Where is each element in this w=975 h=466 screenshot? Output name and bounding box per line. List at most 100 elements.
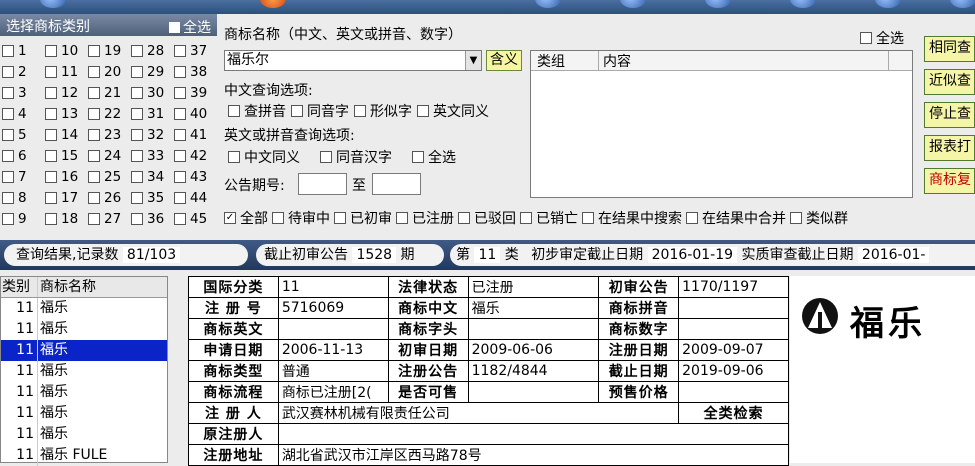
trademark-list[interactable]: 类别 商标名称 11 福乐 11 福乐 11 福乐 11 福乐 11 福乐 11 福乐 11 福乐 11 福乐… [0, 276, 168, 466]
toolbar-icon[interactable] [40, 0, 66, 8]
class-checkbox-25[interactable]: 25 [88, 169, 131, 185]
checkbox-icon[interactable] [45, 170, 57, 183]
list-item[interactable]: 11 福乐 [1, 298, 167, 319]
option-checkbox[interactable]: 已销亡 [520, 208, 578, 228]
class-checkbox-19[interactable]: 19 [88, 43, 131, 59]
class-checkbox-17[interactable]: 17 [45, 190, 88, 206]
option-checkbox[interactable]: 已驳回 [458, 208, 516, 228]
checkbox-icon[interactable] [88, 170, 100, 183]
checkbox-icon[interactable] [2, 170, 14, 183]
checkbox-icon[interactable] [320, 151, 332, 163]
option-checkbox[interactable]: 在结果中合并 [686, 208, 786, 228]
class-checkbox-39[interactable]: 39 [174, 85, 217, 101]
list-item[interactable]: 11 福乐 [1, 340, 167, 361]
class-checkbox-8[interactable]: 8 [2, 190, 45, 206]
trademark-name-combobox[interactable]: 福乐尔 ▼ [224, 50, 482, 71]
class-checkbox-23[interactable]: 23 [88, 127, 131, 143]
option-checkbox[interactable]: 已初审 [334, 208, 392, 228]
option-checkbox[interactable]: 同音字 [291, 101, 349, 121]
checkbox-icon[interactable]: ✓ [224, 212, 236, 224]
option-checkbox[interactable]: 待审中 [272, 208, 330, 228]
class-checkbox-30[interactable]: 30 [131, 85, 174, 101]
checkbox-icon[interactable] [174, 191, 186, 204]
class-checkbox-4[interactable]: 4 [2, 106, 45, 122]
checkbox-icon[interactable] [458, 212, 470, 224]
checkbox-icon[interactable] [2, 128, 14, 141]
class-checkbox-6[interactable]: 6 [2, 148, 45, 164]
checkbox-icon[interactable] [520, 212, 532, 224]
class-checkbox-10[interactable]: 10 [45, 43, 88, 59]
checkbox-icon[interactable] [174, 44, 186, 57]
option-checkbox[interactable]: 英文同义 [417, 101, 489, 121]
class-checkbox-20[interactable]: 20 [88, 64, 131, 80]
checkbox-icon[interactable] [131, 191, 143, 204]
toolbar-icon[interactable] [875, 0, 901, 8]
class-checkbox-44[interactable]: 44 [174, 190, 217, 206]
checkbox-icon[interactable] [2, 149, 14, 162]
checkbox-icon[interactable] [45, 65, 57, 78]
list-col-name[interactable]: 商标名称 [38, 277, 167, 297]
checkbox-icon[interactable] [2, 212, 14, 225]
checkbox-icon[interactable] [396, 212, 408, 224]
checkbox-icon[interactable] [45, 149, 57, 162]
option-checkbox[interactable]: ✓ 全部 [224, 208, 268, 228]
checkbox-icon[interactable] [272, 212, 284, 224]
class-checkbox-37[interactable]: 37 [174, 43, 217, 59]
checkbox-icon[interactable] [174, 128, 186, 141]
checkbox-icon[interactable] [174, 65, 186, 78]
class-checkbox-29[interactable]: 29 [131, 64, 174, 80]
class-checkbox-9[interactable]: 9 [2, 211, 45, 227]
select-all-classes-checkbox[interactable] [169, 21, 180, 33]
class-checkbox-22[interactable]: 22 [88, 106, 131, 122]
class-checkbox-36[interactable]: 36 [131, 211, 174, 227]
option-checkbox[interactable]: 中文同义 [228, 147, 300, 167]
class-checkbox-40[interactable]: 40 [174, 106, 217, 122]
checkbox-icon[interactable] [2, 191, 14, 204]
toolbar-icon[interactable] [535, 0, 561, 8]
class-checkbox-32[interactable]: 32 [131, 127, 174, 143]
option-checkbox[interactable]: 全选 [412, 147, 456, 167]
list-item[interactable]: 11 福乐 [1, 382, 167, 403]
class-checkbox-14[interactable]: 14 [45, 127, 88, 143]
list-item[interactable]: 11 福乐 [1, 319, 167, 340]
checkbox-icon[interactable] [45, 86, 57, 99]
chevron-down-icon[interactable]: ▼ [465, 51, 481, 70]
option-checkbox[interactable]: 类似群 [790, 208, 848, 228]
checkbox-icon[interactable] [45, 107, 57, 120]
checkbox-icon[interactable] [174, 107, 186, 120]
checkbox-icon[interactable] [88, 191, 100, 204]
class-checkbox-7[interactable]: 7 [2, 169, 45, 185]
checkbox-icon[interactable] [131, 44, 143, 57]
checkbox-icon[interactable] [790, 212, 802, 224]
option-checkbox[interactable]: 查拼音 [228, 101, 286, 121]
class-checkbox-16[interactable]: 16 [45, 169, 88, 185]
checkbox-icon[interactable] [88, 65, 100, 78]
class-checkbox-5[interactable]: 5 [2, 127, 45, 143]
toolbar-icon[interactable] [950, 0, 975, 8]
class-checkbox-41[interactable]: 41 [174, 127, 217, 143]
checkbox-icon[interactable] [88, 149, 100, 162]
checkbox-icon[interactable] [417, 105, 429, 117]
checkbox-icon[interactable] [88, 86, 100, 99]
period-end-input[interactable] [372, 173, 421, 195]
checkbox-icon[interactable] [131, 128, 143, 141]
class-checkbox-28[interactable]: 28 [131, 43, 174, 59]
checkbox-icon[interactable] [2, 107, 14, 120]
class-checkbox-1[interactable]: 1 [2, 43, 45, 59]
list-item[interactable]: 11 福乐 [1, 424, 167, 445]
toolbar-icon[interactable] [705, 0, 731, 8]
class-checkbox-26[interactable]: 26 [88, 190, 131, 206]
class-checkbox-38[interactable]: 38 [174, 64, 217, 80]
toolbar-icon[interactable] [620, 0, 646, 8]
class-checkbox-27[interactable]: 27 [88, 211, 131, 227]
checkbox-icon[interactable] [88, 212, 100, 225]
class-checkbox-12[interactable]: 12 [45, 85, 88, 101]
checkbox-icon[interactable] [88, 107, 100, 120]
same-search-button[interactable]: 相同查 [924, 36, 975, 62]
class-checkbox-15[interactable]: 15 [45, 148, 88, 164]
checkbox-icon[interactable] [45, 128, 57, 141]
checkbox-icon[interactable] [131, 170, 143, 183]
checkbox-icon[interactable] [412, 151, 424, 163]
option-checkbox[interactable]: 在结果中搜索 [582, 208, 682, 228]
class-checkbox-33[interactable]: 33 [131, 148, 174, 164]
